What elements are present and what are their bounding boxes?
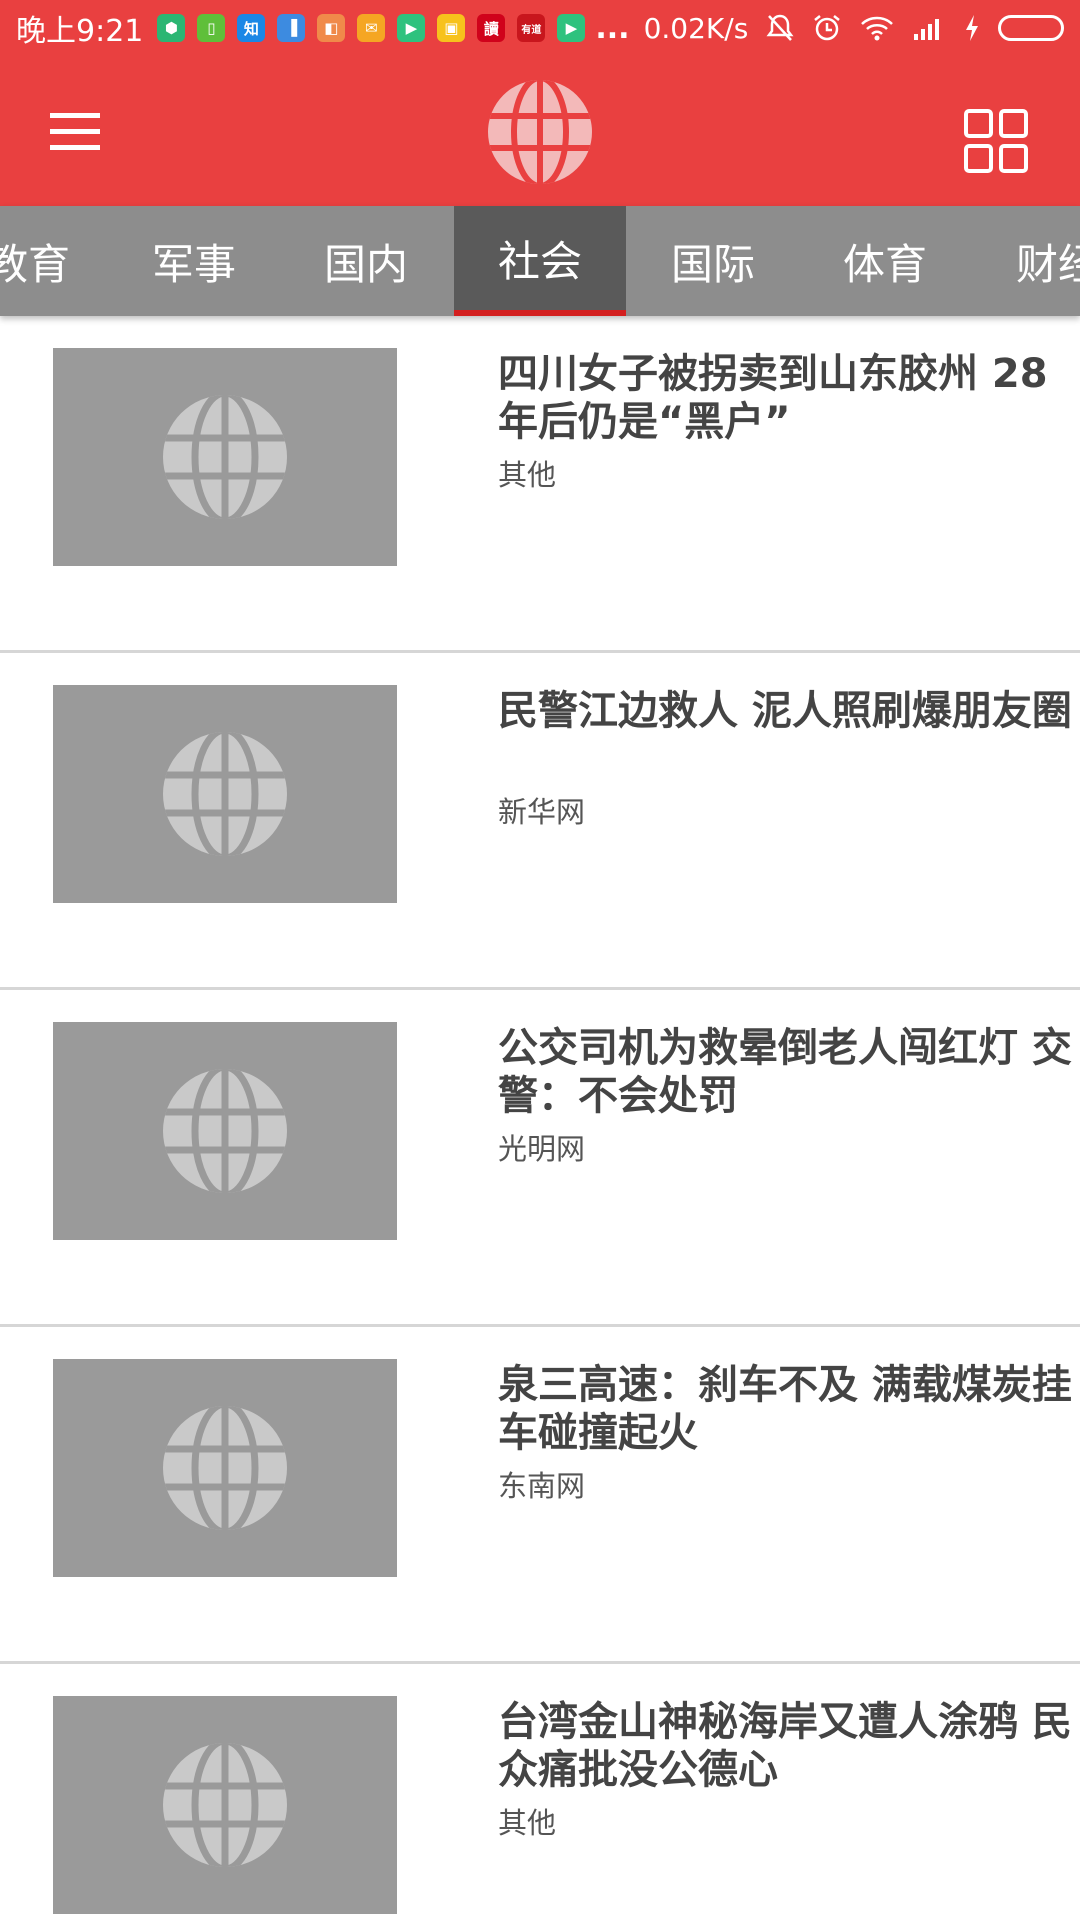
news-source: 其他 — [498, 1806, 557, 1840]
news-item[interactable]: 泉三高速：刹车不及 满载煤炭挂车碰撞起火 东南网 — [0, 1327, 1080, 1664]
more-notifications-indicator: ... — [595, 10, 630, 46]
menu-button[interactable] — [46, 105, 106, 157]
channel-grid-button[interactable] — [963, 108, 1029, 174]
news-source: 光明网 — [498, 1132, 586, 1166]
news-thumbnail — [53, 1696, 397, 1914]
news-source: 新华网 — [498, 795, 586, 829]
globe-placeholder-icon — [155, 727, 295, 861]
globe-logo-icon — [488, 80, 592, 184]
globe-placeholder-icon — [155, 1064, 295, 1198]
news-thumbnail — [53, 1359, 397, 1577]
player-app-icon: ▶ — [557, 14, 586, 42]
news-title: 公交司机为救晕倒老人闯红灯 交警：不会处罚 — [498, 1025, 1072, 1119]
tab-sports[interactable]: 体育 — [799, 206, 971, 316]
shopping-app-icon: ◧ — [317, 14, 346, 42]
news-title: 四川女子被拐卖到山东胶州 28年后仍是“黑户” — [498, 351, 1048, 445]
news-title: 台湾金山神秘海岸又遭人涂鸦 民众痛批没公德心 — [498, 1699, 1072, 1793]
alarm-icon — [814, 15, 840, 41]
system-icons — [766, 13, 1064, 43]
news-thumbnail — [53, 685, 397, 903]
notification-icons: ⬢ ▯ 知 ▐ ◧ ✉ ▶ ▣ 讀有道 ▶ — [157, 14, 586, 42]
category-tab-bar: 教育 军事 国内 社会 国际 体育 财经 — [0, 206, 1080, 316]
news-item[interactable]: 四川女子被拐卖到山东胶州 28年后仍是“黑户” 其他 — [0, 316, 1080, 653]
battery-icon — [998, 15, 1064, 41]
video-app-icon: ▶ — [397, 14, 426, 42]
globe-placeholder-icon — [155, 390, 295, 524]
tab-education[interactable]: 教育 — [0, 206, 114, 316]
youdao-icon: 有道 — [517, 14, 546, 42]
app-toolbar — [0, 56, 1080, 206]
news-title: 民警江边救人 泥人照刷爆朋友圈 — [498, 688, 1072, 734]
news-item[interactable]: 公交司机为救晕倒老人闯红灯 交警：不会处罚 光明网 — [0, 990, 1080, 1327]
grid-view-icon — [964, 109, 1028, 173]
tab-military[interactable]: 军事 — [108, 206, 280, 316]
news-item[interactable]: 台湾金山神秘海岸又遭人涂鸦 民众痛批没公德心 其他 — [0, 1664, 1080, 1920]
news-title: 泉三高速：刹车不及 满载煤炭挂车碰撞起火 — [498, 1362, 1072, 1456]
reader-app-icon: 讀 — [477, 14, 506, 42]
phone-manager-icon: ▯ — [197, 14, 226, 42]
news-thumbnail — [53, 348, 397, 566]
globe-placeholder-icon — [155, 1401, 295, 1535]
zhihu-icon: 知 — [237, 14, 266, 42]
news-source: 其他 — [498, 458, 557, 492]
mute-bell-icon — [766, 14, 794, 41]
tab-society[interactable]: 社会 — [454, 206, 626, 316]
box-app-icon: ▣ — [437, 14, 466, 42]
mail-icon: ✉ — [357, 14, 386, 42]
books-app-icon: ▐ — [277, 14, 306, 42]
tab-international[interactable]: 国际 — [627, 206, 799, 316]
signal-icon — [914, 19, 939, 40]
app-logo — [480, 74, 600, 190]
status-bar: 晚上9:21 ⬢ ▯ 知 ▐ ◧ ✉ ▶ ▣ 讀有道 ▶ ... 0.02K/s — [0, 0, 1080, 56]
wifi-icon — [861, 16, 893, 41]
status-time: 晚上9:21 — [16, 14, 144, 49]
globe-placeholder-icon — [155, 1738, 295, 1872]
news-list: 四川女子被拐卖到山东胶州 28年后仍是“黑户” 其他 民警江边救人 泥人照刷爆朋… — [0, 316, 1080, 1920]
hamburger-menu-icon — [50, 113, 100, 150]
news-item[interactable]: 民警江边救人 泥人照刷爆朋友圈 新华网 — [0, 653, 1080, 990]
news-thumbnail — [53, 1022, 397, 1240]
security-app-icon: ⬢ — [157, 14, 186, 42]
tab-finance[interactable]: 财经 — [972, 206, 1080, 316]
network-speed: 0.02K/s — [643, 11, 749, 45]
tab-domestic[interactable]: 国内 — [280, 206, 452, 316]
news-source: 东南网 — [498, 1469, 586, 1503]
charging-icon — [966, 15, 978, 41]
